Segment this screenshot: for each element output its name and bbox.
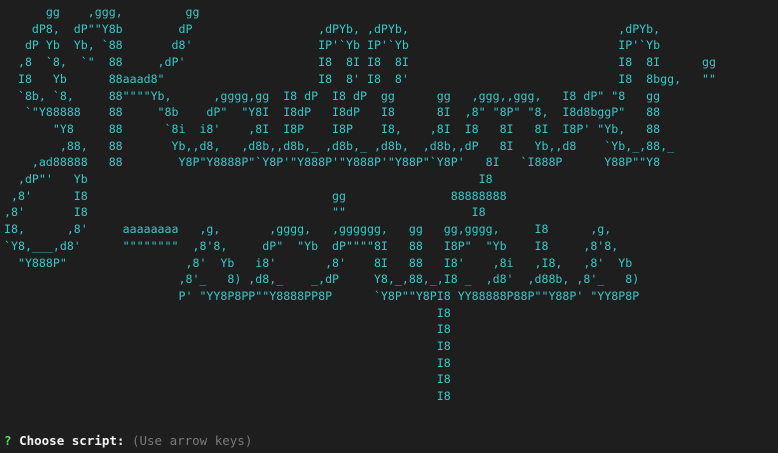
prompt-line[interactable]: ? Choose script: (Use arrow keys) bbox=[4, 432, 252, 450]
terminal-window: gg ,ggg, gg dP8, dP""Y8b dP ,dPYb, ,dPYb… bbox=[0, 0, 778, 453]
ascii-art-banner: gg ,ggg, gg dP8, dP""Y8b dP ,dPYb, ,dPYb… bbox=[4, 5, 716, 404]
prompt-hint-text: (Use arrow keys) bbox=[131, 433, 253, 448]
prompt-question-mark-icon: ? bbox=[4, 433, 12, 448]
prompt-question-text: Choose script: bbox=[19, 433, 125, 448]
